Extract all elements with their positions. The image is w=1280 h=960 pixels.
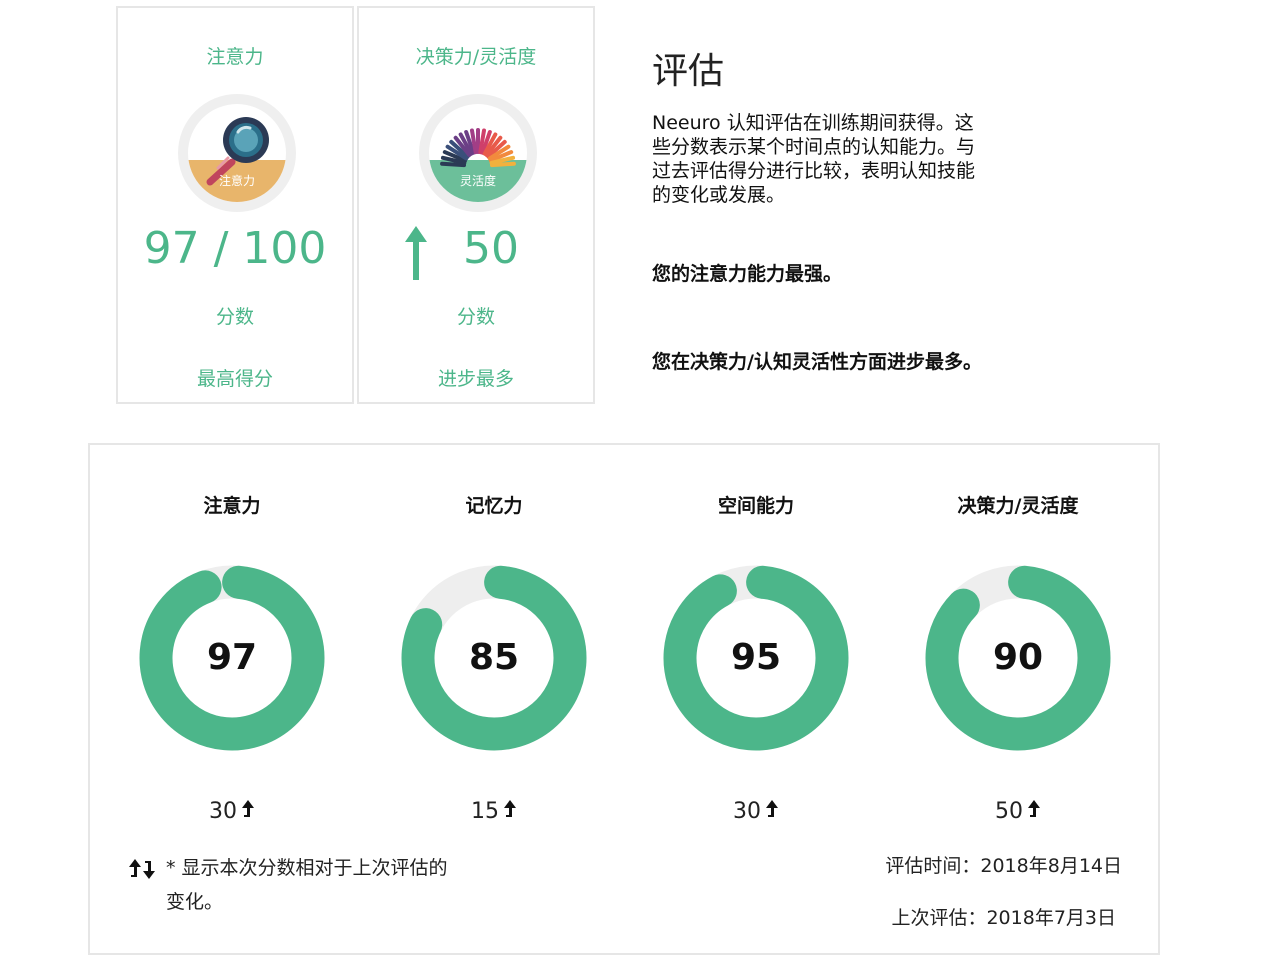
metric-score: 85 [468, 637, 520, 678]
up-arrow-icon [242, 800, 254, 817]
up-arrow-icon [1028, 800, 1040, 817]
up-arrow-icon [504, 800, 516, 817]
score-change: 30 [112, 799, 352, 824]
evaluation-date: 评估时间：2018年8月14日 [885, 855, 1122, 877]
card-footer: 最高得分 [196, 368, 273, 390]
metric-title: 空间能力 [717, 495, 794, 517]
metric-score: 97 [206, 637, 258, 678]
card-title: 决策力/灵活度 [415, 46, 537, 68]
page-title: 评估 [652, 51, 725, 92]
score-change: 30 [636, 799, 876, 824]
strongest-skill-note: 您的注意力能力最强。 [652, 263, 843, 285]
badge-label: 灵活度 [459, 174, 496, 188]
up-down-arrows-icon [129, 859, 155, 879]
score-label: 分数 [215, 306, 254, 328]
score-label: 分数 [456, 306, 495, 328]
flexibility-highlight-card: 决策力/灵活度 灵活度 50 分数 进步最多 [357, 6, 595, 404]
metric-score: 90 [992, 637, 1044, 678]
card-footer: 进步最多 [437, 368, 514, 390]
metric-score: 95 [730, 637, 782, 678]
attention-badge: 注意力 [178, 94, 296, 212]
badge-label: 注意力 [218, 174, 255, 188]
score-change: 15 [374, 799, 614, 824]
metric-title: 注意力 [203, 495, 261, 517]
up-arrow-icon [766, 800, 778, 817]
previous-evaluation-date: 上次评估：2018年7月3日 [891, 907, 1116, 929]
metric-title: 记忆力 [465, 495, 523, 517]
highest-score: 97 / 100 [143, 223, 327, 274]
metrics-panel: 注意力 97 30 记忆力 85 15 空间能力 95 30 决策力/灵活度 9… [88, 443, 1160, 955]
score-change: 50 [898, 799, 1138, 824]
card-title: 注意力 [206, 46, 264, 68]
evaluation-description: Neeuro 认知评估在训练期间获得。这些分数表示某个时间点的认知能力。与过去评… [652, 112, 976, 206]
metric-title: 决策力/灵活度 [957, 495, 1079, 517]
legend-text: * 显示本次分数相对于上次评估的变化。 [166, 857, 448, 913]
fan-stripe [489, 161, 516, 168]
flexibility-badge: 灵活度 [419, 94, 537, 212]
improved-score: 50 [463, 223, 519, 274]
attention-highlight-card: 注意力 注意力 97 / 100 分数 最高得分 [116, 6, 354, 404]
most-improved-note: 您在决策力/认知灵活性方面进步最多。 [652, 351, 982, 373]
